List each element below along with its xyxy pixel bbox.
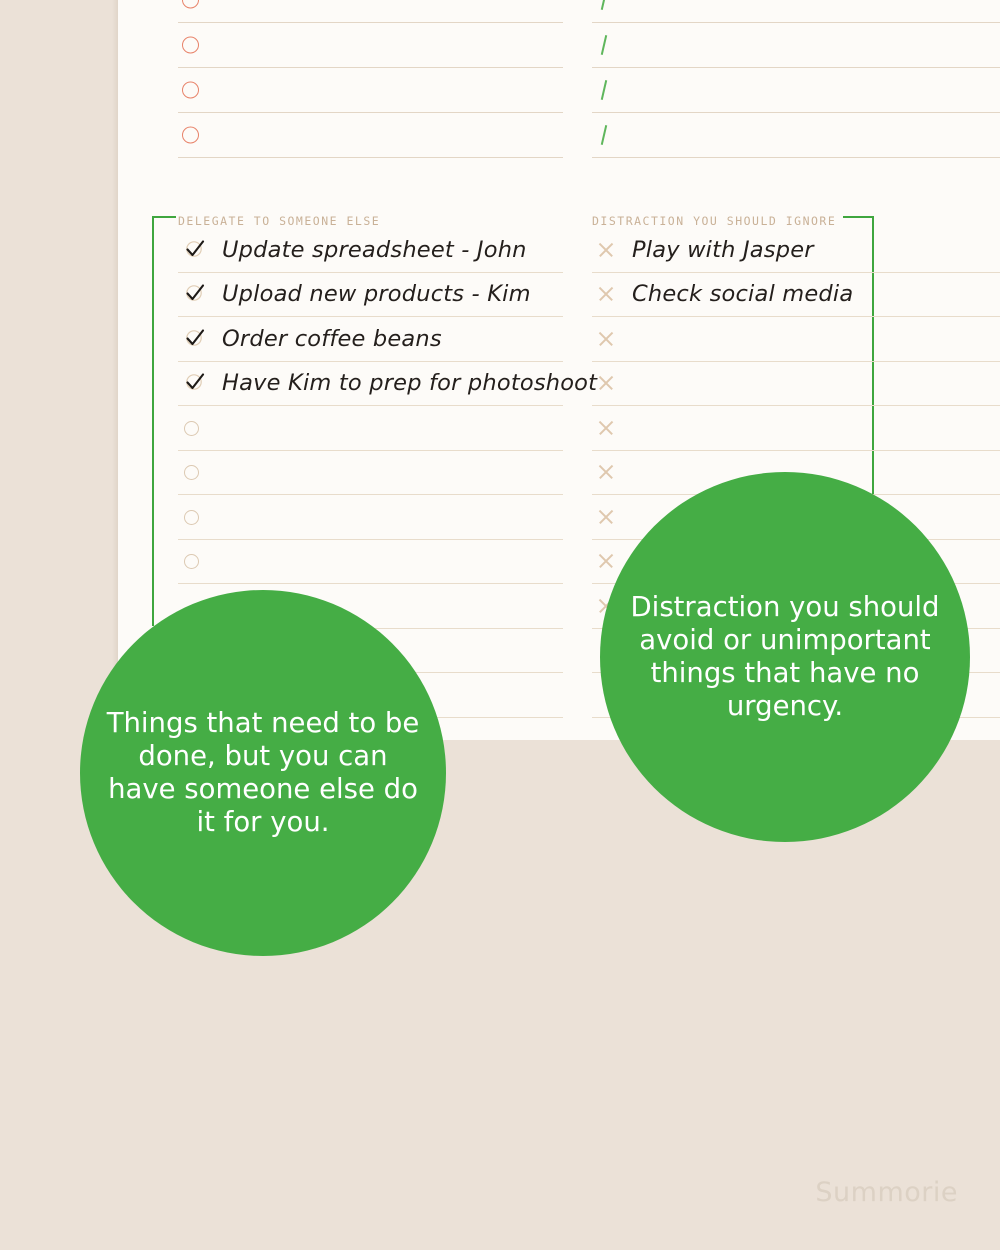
distraction-row-text: Play with Jasper [632, 236, 814, 263]
top-left-row[interactable] [178, 0, 563, 23]
circle-outline-icon [182, 0, 199, 9]
circle-outline-icon [182, 126, 199, 144]
delegate-row[interactable] [178, 495, 563, 540]
top-right-row[interactable] [592, 68, 1000, 113]
slash-icon [596, 0, 610, 10]
delegate-row[interactable]: Order coffee beans [178, 317, 563, 362]
top-right-row[interactable] [592, 23, 1000, 68]
delegate-row[interactable] [178, 540, 563, 584]
top-left-quadrant-rows [178, 0, 563, 158]
circle-outline-icon [182, 36, 199, 54]
x-icon [596, 371, 620, 395]
distraction-row-text: Check social media [632, 281, 854, 308]
slash-icon [596, 35, 610, 55]
delegate-row[interactable] [178, 406, 563, 451]
slash-icon [596, 80, 610, 100]
circle-outline-icon [182, 505, 206, 529]
delegate-row[interactable]: Upload new products - Kim [178, 273, 563, 317]
delegate-row[interactable]: Update spreadsheet - John [178, 228, 563, 273]
delegate-bracket-vertical [152, 216, 155, 626]
slash-icon [596, 125, 610, 145]
delegate-bracket-horizontal [152, 216, 176, 219]
distraction-row[interactable] [592, 317, 1000, 362]
check-icon [182, 282, 206, 306]
circle-outline-icon [182, 416, 206, 440]
x-icon [596, 416, 620, 440]
delegate-row[interactable] [178, 451, 563, 495]
delegate-row-text: Update spreadsheet - John [222, 236, 527, 263]
distraction-row[interactable]: Play with Jasper [592, 228, 1000, 273]
check-icon [182, 371, 206, 395]
delegate-row-text: Upload new products - Kim [222, 281, 531, 308]
distraction-row[interactable] [592, 362, 1000, 406]
distraction-section-header: DISTRACTION YOU SHOULD IGNORE [592, 206, 1000, 228]
distraction-callout-bubble: Distraction you should avoid or unimport… [600, 472, 970, 842]
delegate-section-label: DELEGATE TO SOMEONE ELSE [178, 214, 381, 228]
distraction-callout-text: Distraction you should avoid or unimport… [630, 591, 940, 722]
distraction-row[interactable]: Check social media [592, 273, 1000, 317]
x-icon [596, 238, 620, 262]
check-icon [182, 238, 206, 262]
top-left-row[interactable] [178, 23, 563, 68]
x-icon [596, 460, 620, 484]
delegate-callout-text: Things that need to be done, but you can… [106, 707, 420, 838]
circle-outline-icon [182, 549, 206, 573]
x-icon [596, 282, 620, 306]
top-right-row[interactable] [592, 113, 1000, 158]
distraction-section-label: DISTRACTION YOU SHOULD IGNORE [592, 214, 837, 228]
top-left-row[interactable] [178, 113, 563, 158]
delegate-callout-bubble: Things that need to be done, but you can… [80, 590, 446, 956]
delegate-row-text: Order coffee beans [222, 325, 442, 352]
delegate-row-text: Have Kim to prep for photoshoot [222, 370, 598, 397]
top-left-row[interactable] [178, 68, 563, 113]
delegate-row[interactable]: Have Kim to prep for photoshoot [178, 362, 597, 406]
delegate-section-header: DELEGATE TO SOMEONE ELSE [178, 206, 563, 228]
distraction-row[interactable] [592, 406, 1000, 451]
circle-outline-icon [182, 460, 206, 484]
circle-outline-icon [182, 81, 199, 99]
check-icon [182, 327, 206, 351]
top-right-quadrant-rows [592, 0, 1000, 158]
x-icon [596, 505, 620, 529]
distraction-bracket-horizontal [843, 216, 874, 219]
summorie-watermark-logo: Summorie [815, 1177, 958, 1208]
x-icon [596, 549, 620, 573]
top-right-row[interactable] [592, 0, 1000, 23]
x-icon [596, 327, 620, 351]
